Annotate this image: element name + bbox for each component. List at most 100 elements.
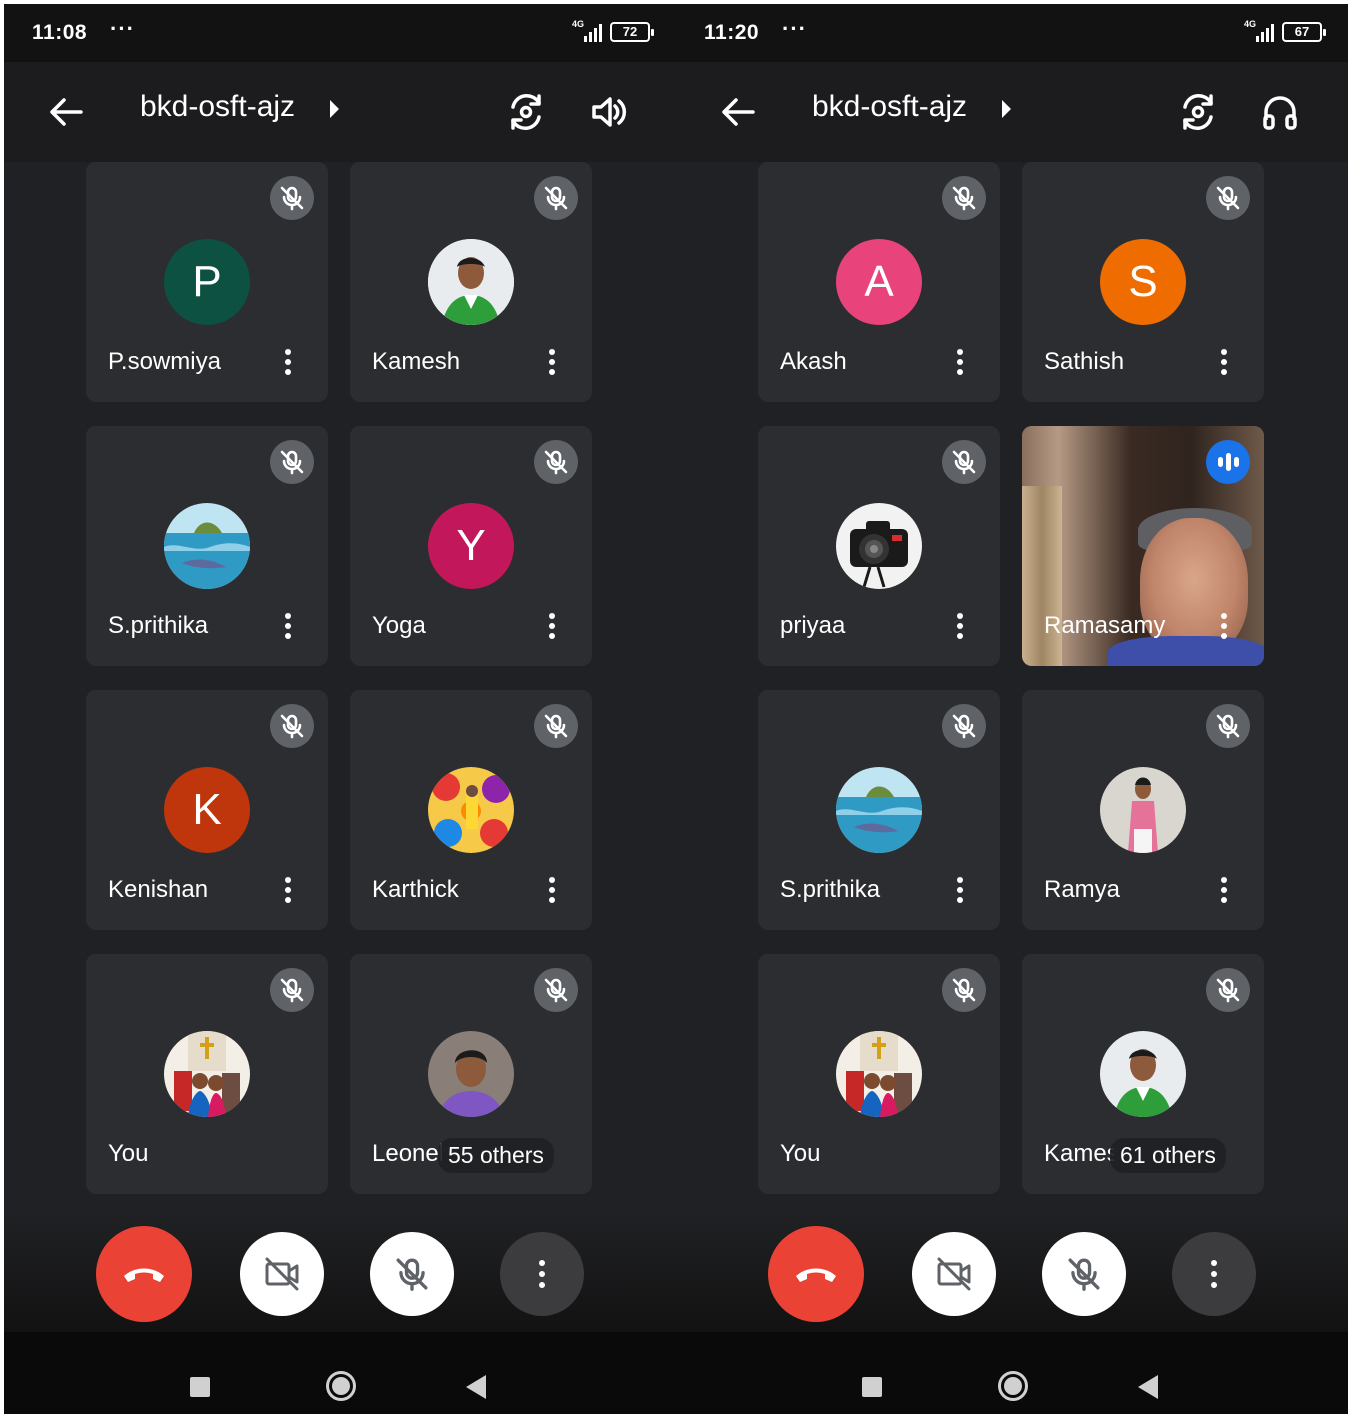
battery-icon: 72 [610,22,654,42]
speaking-indicator-icon [1206,440,1250,484]
mic-muted-icon [942,968,986,1012]
camera-off-icon [265,1257,299,1291]
participant-tile[interactable]: S.prithika [758,690,1000,930]
participant-tile-self[interactable]: You [86,954,328,1194]
end-call-button[interactable] [96,1226,192,1322]
more-vert-icon[interactable] [276,346,300,378]
system-nav-bar [676,1332,1348,1414]
mic-muted-icon [942,440,986,484]
status-bar: 11:08 ··· 4G 72 [4,4,676,62]
participant-name: S.prithika [780,876,881,903]
more-vert-icon[interactable] [276,610,300,642]
mic-muted-icon [534,968,578,1012]
meeting-header: bkd-osft-ajz [4,62,676,162]
more-vert-icon[interactable] [948,874,972,906]
participant-tile[interactable]: K Kenishan [86,690,328,930]
home-icon[interactable] [998,1371,1028,1401]
headphones-icon[interactable] [1254,86,1306,138]
status-time: 11:08 [32,21,88,44]
nav-back-icon[interactable] [466,1375,486,1399]
mic-muted-icon [270,704,314,748]
meeting-title[interactable]: bkd-osft-ajz [140,90,295,124]
participant-tile[interactable]: priyaa [758,426,1000,666]
others-count-badge[interactable]: 55 others [438,1138,554,1173]
signal-icon: 4G [1244,19,1274,42]
participant-name: Yoga [372,612,426,639]
meeting-info-caret-icon[interactable] [330,100,339,118]
mic-muted-icon [534,440,578,484]
back-arrow-icon[interactable] [714,88,762,136]
system-nav-bar [4,1332,676,1414]
avatar-photo [836,503,922,589]
more-vert-icon[interactable] [948,346,972,378]
participant-tile[interactable]: A Akash [758,162,1000,402]
recents-icon[interactable] [862,1377,882,1397]
participant-tile[interactable]: Karthick [350,690,592,930]
participant-tile[interactable]: S Sathish [1022,162,1264,402]
more-vert-icon [1211,1260,1217,1288]
camera-flip-icon[interactable] [1172,86,1224,138]
status-time: 11:20 [704,21,760,44]
more-vert-icon[interactable] [1212,610,1236,642]
mic-muted-icon [1206,968,1250,1012]
mic-muted-icon [1206,704,1250,748]
more-vert-icon[interactable] [540,874,564,906]
avatar-letter: K [164,767,250,853]
mic-toggle-button[interactable] [370,1232,454,1316]
participant-name: Sathish [1044,348,1125,375]
more-vert-icon[interactable] [948,610,972,642]
camera-flip-icon[interactable] [500,86,552,138]
meeting-title[interactable]: bkd-osft-ajz [812,90,967,124]
participant-name: priyaa [780,612,846,639]
call-screen-left: 11:08 ··· 4G 72 bkd-osft-ajz P P.sowmiya [4,4,676,1414]
participant-name: Ramasamy [1044,612,1166,639]
participant-tile[interactable]: Ramya [1022,690,1264,930]
avatar-photo [836,767,922,853]
meeting-info-caret-icon[interactable] [1002,100,1011,118]
status-notification-dots: ··· [782,16,807,41]
participant-tile[interactable]: Y Yoga [350,426,592,666]
end-call-icon [796,1268,836,1282]
more-vert-icon[interactable] [540,610,564,642]
others-count-badge[interactable]: 61 others [1110,1138,1226,1173]
speaker-icon[interactable] [582,86,634,138]
mic-muted-icon [1206,176,1250,220]
participant-tile[interactable]: Kamesh [350,162,592,402]
avatar-letter: P [164,239,250,325]
more-options-button[interactable] [500,1232,584,1316]
camera-toggle-button[interactable] [912,1232,996,1316]
call-screen-right: 11:20 ··· 4G 67 bkd-osft-ajz A Akash S S… [676,4,1348,1414]
end-call-button[interactable] [768,1226,864,1322]
call-controls [676,1212,1348,1332]
avatar-photo [428,239,514,325]
avatar-letter: A [836,239,922,325]
end-call-icon [124,1268,164,1282]
participant-tile[interactable]: S.prithika [86,426,328,666]
recents-icon[interactable] [190,1377,210,1397]
home-icon[interactable] [326,1371,356,1401]
avatar-photo [836,1031,922,1117]
more-vert-icon[interactable] [540,346,564,378]
participant-name: Leonel [372,1140,442,1167]
participant-name: Akash [780,348,847,375]
participant-name: Karthick [372,876,459,903]
more-vert-icon[interactable] [1212,346,1236,378]
status-notification-dots: ··· [110,16,135,41]
camera-toggle-button[interactable] [240,1232,324,1316]
mic-muted-icon [270,440,314,484]
participant-tile-overflow[interactable]: Leonel 55 others [350,954,592,1194]
more-vert-icon[interactable] [276,874,300,906]
participant-tile-self[interactable]: You [758,954,1000,1194]
more-vert-icon[interactable] [1212,874,1236,906]
network-type: 4G [572,19,585,29]
mic-muted-icon [942,704,986,748]
avatar-photo [1100,767,1186,853]
participant-tile[interactable]: P P.sowmiya [86,162,328,402]
participant-video-tile[interactable]: Ramasamy [1022,426,1264,666]
more-options-button[interactable] [1172,1232,1256,1316]
nav-back-icon[interactable] [1138,1375,1158,1399]
mic-toggle-button[interactable] [1042,1232,1126,1316]
participant-tile-overflow[interactable]: Kamesh 61 others [1022,954,1264,1194]
back-arrow-icon[interactable] [42,88,90,136]
participant-name: You [108,1140,149,1167]
